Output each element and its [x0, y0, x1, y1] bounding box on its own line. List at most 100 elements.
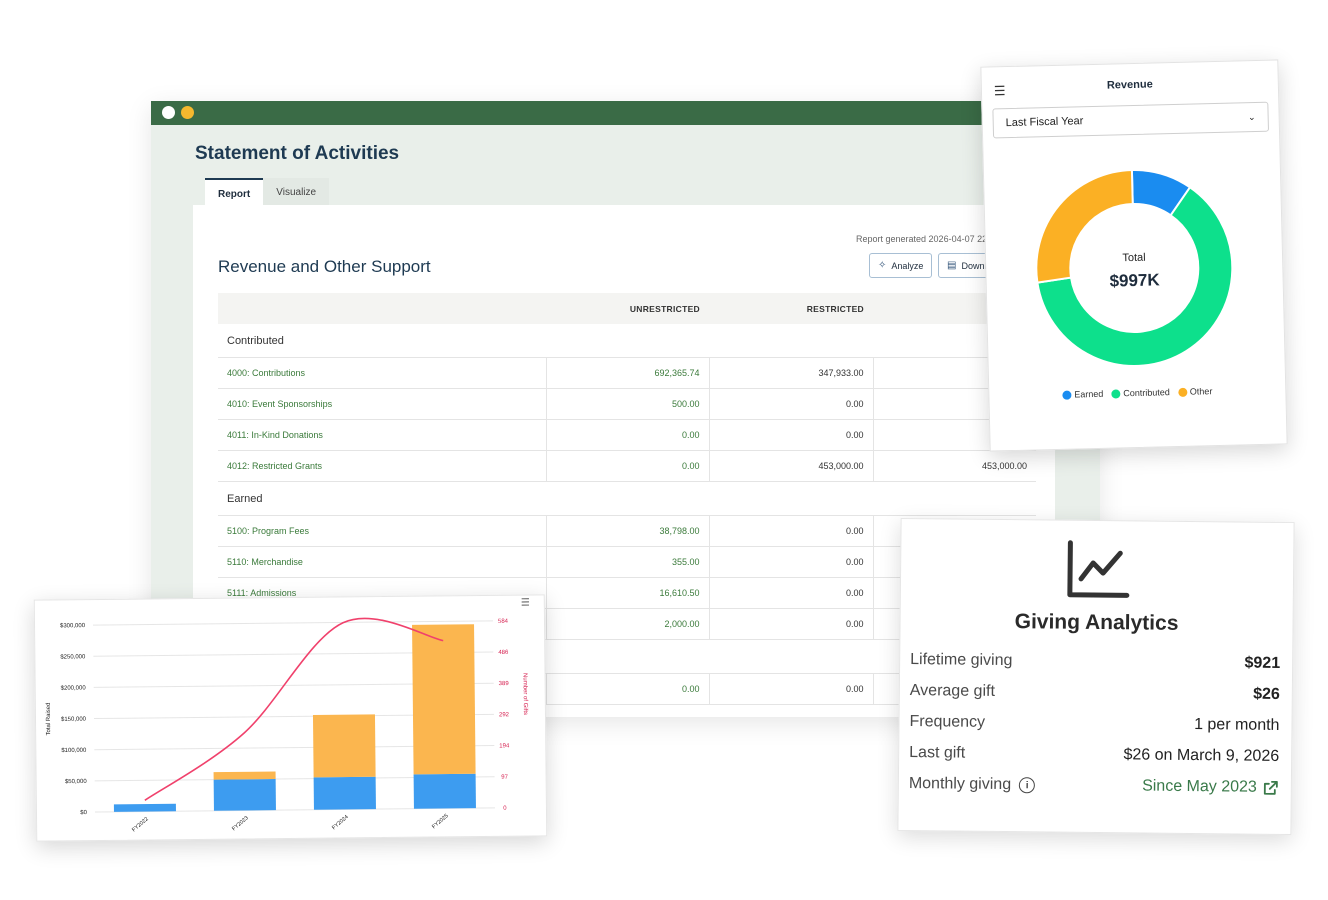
- y-axis-label: Total Raised: [46, 702, 52, 735]
- table-row[interactable]: 4011: In-Kind Donations 0.00 0.00: [218, 419, 1036, 451]
- page-title: Statement of Activities: [195, 143, 400, 164]
- revenue-card-title: Revenue: [1106, 78, 1153, 92]
- line-chart-icon: [1067, 540, 1130, 598]
- file-download-icon: ▤: [947, 260, 957, 271]
- restricted-cell: 0.00: [708, 608, 873, 640]
- account-link[interactable]: 5110: Merchandise: [218, 546, 546, 578]
- table-row[interactable]: 4000: Contributions 692,365.74 347,933.0…: [218, 357, 1036, 389]
- y-tick-label: $50,000: [65, 779, 87, 785]
- giving-value: 1 per month: [1194, 716, 1280, 734]
- column-header: [218, 293, 546, 324]
- bar-segment-base[interactable]: [213, 778, 276, 811]
- analyze-label: Analyze: [891, 260, 924, 271]
- giving-analytics-card: Giving Analytics Lifetime giving $921 Av…: [897, 517, 1295, 836]
- account-link[interactable]: 4011: In-Kind Donations: [218, 419, 546, 451]
- monthly-giving-link[interactable]: Since May 2023: [1142, 777, 1279, 796]
- restricted-cell: 453,000.00: [708, 450, 873, 482]
- giving-label: Lifetime giving: [910, 651, 1013, 670]
- legend-item-contributed[interactable]: Contributed: [1111, 387, 1170, 398]
- y-tick-label: $0: [80, 810, 87, 816]
- legend-item-other[interactable]: Other: [1177, 386, 1213, 397]
- revenue-card: ☰ Revenue Last Fiscal Year ⌄ Total $997K…: [980, 59, 1288, 452]
- giving-value: $921: [1244, 654, 1281, 672]
- y-tick-label: $100,000: [61, 748, 87, 754]
- tab-visualize[interactable]: Visualize: [263, 178, 330, 208]
- column-header-unrestricted: UNRESTRICTED: [546, 293, 709, 324]
- grid-line: [93, 620, 493, 626]
- giving-value: Since May 2023: [1142, 777, 1257, 796]
- bar-segment-stacked[interactable]: [412, 624, 476, 775]
- window-titlebar: [151, 101, 1100, 125]
- bar-segment-base[interactable]: [413, 773, 476, 809]
- y-tick-label: $150,000: [61, 717, 87, 723]
- y2-tick-label: 194: [499, 743, 510, 749]
- chevron-down-icon: ⌄: [1247, 111, 1256, 122]
- y-tick-label: $300,000: [60, 623, 86, 629]
- total-cell: 453,000.00: [872, 450, 1036, 482]
- group-label: Earned: [218, 481, 1036, 516]
- giving-history-chart: $0 $50,000 $100,000 $150,000 $200,000 $250,00…: [46, 617, 528, 833]
- y2-tick-label: 292: [499, 712, 510, 718]
- y2-tick-label: 584: [498, 619, 509, 625]
- giving-analytics-title: Giving Analytics: [1014, 610, 1179, 635]
- giving-label: Monthly giving: [908, 775, 1012, 794]
- giving-label: Last gift: [909, 744, 966, 762]
- unrestricted-cell: 692,365.74: [545, 357, 709, 389]
- unrestricted-cell: 38,798.00: [545, 515, 709, 547]
- x-tick-label: FY2025: [431, 813, 450, 830]
- account-link[interactable]: 5100: Program Fees: [218, 515, 546, 547]
- y-tick-label: $250,000: [60, 654, 86, 660]
- legend-item-earned[interactable]: Earned: [1062, 389, 1103, 400]
- x-tick-label: FY2023: [231, 815, 250, 832]
- giving-history-chart-card: ☰ $0 $50,000 $100,000 $150,000 $200,000 $250,…: [33, 594, 548, 842]
- giving-row-lifetime: Lifetime giving $921: [910, 651, 1280, 673]
- group-row: Contributed: [218, 324, 1036, 358]
- donut-legend: Earned Contributed Other: [989, 384, 1285, 401]
- external-link-icon: [1263, 780, 1278, 795]
- period-select[interactable]: Last Fiscal Year ⌄: [992, 101, 1270, 139]
- info-icon[interactable]: i: [1019, 777, 1036, 794]
- analyze-button[interactable]: ✧ Analyze: [869, 253, 932, 278]
- y2-tick-label: 97: [501, 775, 508, 781]
- account-link[interactable]: 4010: Event Sponsorships: [218, 388, 546, 420]
- giving-value: $26 on March 9, 2026: [1123, 746, 1280, 765]
- bar-segment-base[interactable]: [313, 776, 376, 810]
- y2-tick-label: 0: [503, 806, 507, 812]
- bar-segment-stacked[interactable]: [312, 714, 376, 778]
- giving-label-wrap: Monthly giving i: [908, 775, 1036, 794]
- window-close-dot[interactable]: [162, 106, 175, 119]
- unrestricted-cell: 355.00: [545, 546, 709, 578]
- unrestricted-cell: 0.00: [545, 419, 709, 451]
- y-tick-label: $200,000: [61, 685, 87, 691]
- restricted-cell: 0.00: [708, 419, 873, 451]
- section-title: Revenue and Other Support: [218, 257, 431, 276]
- table-row[interactable]: 4012: Restricted Grants 0.00 453,000.00 …: [218, 450, 1036, 482]
- giving-label: Frequency: [909, 713, 986, 731]
- legend-label: Contributed: [1123, 387, 1170, 399]
- table-header-row: UNRESTRICTED RESTRICTED: [218, 293, 1036, 324]
- giving-row-frequency: Frequency 1 per month: [909, 713, 1279, 735]
- unrestricted-cell: 16,610.50: [545, 577, 709, 609]
- bar-segment-stacked[interactable]: [213, 771, 276, 780]
- tab-report[interactable]: Report: [205, 178, 264, 208]
- window-minimize-dot[interactable]: [181, 106, 194, 119]
- gifts-line[interactable]: [143, 617, 445, 801]
- legend-label: Other: [1189, 386, 1213, 397]
- y2-tick-label: 486: [498, 650, 509, 656]
- giving-label: Average gift: [909, 682, 996, 700]
- group-label: Contributed: [218, 324, 1036, 358]
- y2-axis-label: Number of Gifts: [522, 673, 528, 715]
- unrestricted-cell: 500.00: [545, 388, 709, 420]
- donut-slice-other[interactable]: [1034, 169, 1135, 284]
- restricted-cell: 0.00: [708, 673, 873, 705]
- restricted-cell: 347,933.00: [708, 357, 873, 389]
- group-row: Earned: [218, 481, 1036, 516]
- table-row[interactable]: 4010: Event Sponsorships 500.00 0.00: [218, 388, 1036, 420]
- unrestricted-cell: 0.00: [545, 673, 709, 705]
- restricted-cell: 0.00: [708, 577, 873, 609]
- x-tick-label: FY2024: [331, 814, 350, 831]
- legend-label: Earned: [1074, 388, 1104, 400]
- account-link[interactable]: 4000: Contributions: [218, 357, 546, 389]
- account-link[interactable]: 4012: Restricted Grants: [218, 450, 546, 482]
- bar-segment-base[interactable]: [113, 803, 176, 812]
